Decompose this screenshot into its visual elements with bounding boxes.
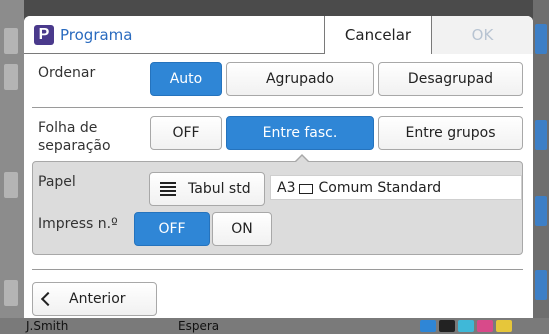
tray-lines-icon: [160, 181, 176, 197]
background-strip: [4, 28, 18, 54]
background-strip: [535, 24, 547, 54]
paper-info-field: A3 Comum Standard: [270, 175, 522, 200]
background-left-panel: [0, 0, 24, 334]
ink-icon: [458, 320, 474, 332]
footer-divider: [32, 269, 523, 270]
dialog-title: Programa: [60, 26, 133, 44]
papel-label: Papel: [38, 174, 76, 190]
programa-dialog: P Programa Cancelar OK Ordenar Auto Agru…: [24, 16, 533, 318]
ink-icon: [439, 320, 455, 332]
ordenar-option-agrupado[interactable]: Agrupado: [226, 62, 374, 96]
impress-option-off[interactable]: OFF: [134, 212, 210, 246]
background-user: J.Smith: [26, 319, 69, 333]
back-button[interactable]: Anterior: [32, 282, 157, 316]
paper-type: Comum Standard: [318, 179, 442, 196]
paper-tray-button[interactable]: Tabul std: [149, 172, 265, 206]
ordenar-option-auto[interactable]: Auto: [150, 62, 222, 96]
background-strip: [4, 172, 18, 198]
folha-label-line1: Folha de: [38, 120, 98, 136]
cancel-button[interactable]: Cancelar: [324, 16, 432, 54]
background-job-row: J.Smith Espera: [0, 318, 549, 334]
background-status: Espera: [178, 319, 220, 333]
chevron-left-icon: [40, 291, 56, 307]
background-ink-icons: [420, 320, 512, 332]
background-strip: [4, 280, 18, 306]
paper-size: A3: [277, 179, 296, 196]
folha-option-off[interactable]: OFF: [150, 116, 222, 150]
background-strip: [535, 270, 547, 300]
ink-icon: [420, 320, 436, 332]
back-button-label: Anterior: [69, 291, 126, 307]
impress-option-on[interactable]: ON: [212, 212, 272, 246]
impress-label: Impress n.º: [38, 216, 118, 232]
row-divider: [32, 107, 523, 108]
ordenar-label: Ordenar: [38, 65, 96, 81]
folha-option-entre-fasc[interactable]: Entre fasc.: [226, 116, 374, 150]
paper-tray-label: Tabul std: [188, 181, 251, 197]
background-strip: [535, 196, 547, 226]
background-strip: [4, 64, 18, 90]
ink-icon: [496, 320, 512, 332]
folha-label: Folha de separação: [38, 119, 111, 155]
ok-button[interactable]: OK: [432, 16, 533, 54]
ink-icon: [477, 320, 493, 332]
panel-pointer-inner: [295, 156, 309, 163]
background-right-panel: [533, 0, 549, 334]
paper-orientation-icon: [299, 183, 314, 194]
folha-option-entre-grupos[interactable]: Entre grupos: [378, 116, 523, 150]
ordenar-option-desagrupado[interactable]: Desagrupad: [378, 62, 523, 96]
program-icon: P: [34, 25, 54, 45]
dialog-titlebar: P Programa Cancelar OK: [24, 16, 533, 54]
background-strip: [535, 120, 547, 150]
folha-label-line2: separação: [38, 138, 111, 154]
